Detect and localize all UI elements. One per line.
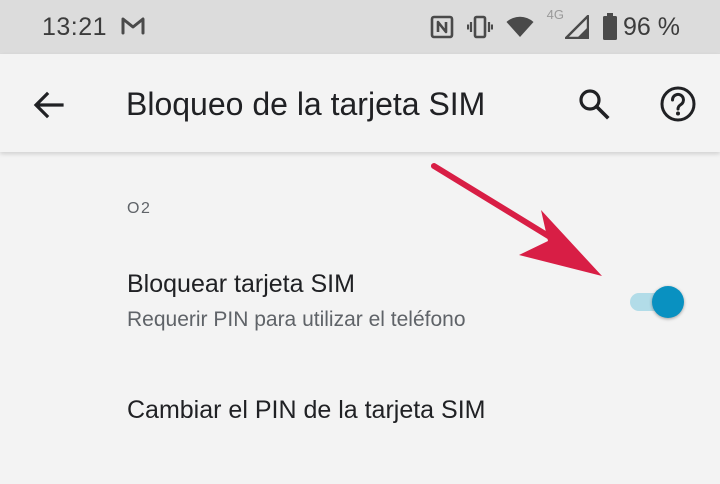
nfc-icon xyxy=(430,15,454,39)
back-button[interactable] xyxy=(30,86,68,124)
switch-thumb xyxy=(652,286,684,318)
battery-percent: 96 % xyxy=(623,12,680,41)
help-button[interactable] xyxy=(658,84,698,124)
sim-lock-title: Bloquear tarjeta SIM xyxy=(127,270,355,298)
wifi-icon xyxy=(506,16,534,38)
network-type-label: 4G xyxy=(546,7,565,22)
page-title: Bloqueo de la tarjeta SIM xyxy=(126,86,486,122)
status-bar: 13:21 4G 96 % xyxy=(0,0,720,54)
help-icon xyxy=(660,86,696,122)
arrow-back-icon xyxy=(33,91,64,119)
status-time: 13:21 xyxy=(42,13,108,41)
battery-icon xyxy=(602,13,618,41)
vibrate-icon xyxy=(466,15,493,39)
sim-lock-summary: Requerir PIN para utilizar el teléfono xyxy=(127,308,466,331)
search-button[interactable] xyxy=(576,86,612,122)
change-pin-preference[interactable]: Cambiar el PIN de la tarjeta SIM xyxy=(0,370,720,454)
gmail-icon xyxy=(120,14,146,36)
sim-lock-switch[interactable] xyxy=(628,286,690,318)
app-bar: Bloqueo de la tarjeta SIM xyxy=(0,54,720,152)
carrier-section-header: O2 xyxy=(127,200,152,217)
search-icon xyxy=(579,89,610,120)
sim-lock-preference[interactable]: Bloquear tarjeta SIM Requerir PIN para u… xyxy=(0,250,720,350)
change-pin-title: Cambiar el PIN de la tarjeta SIM xyxy=(127,396,486,424)
signal-4g-icon: 4G xyxy=(547,7,590,39)
